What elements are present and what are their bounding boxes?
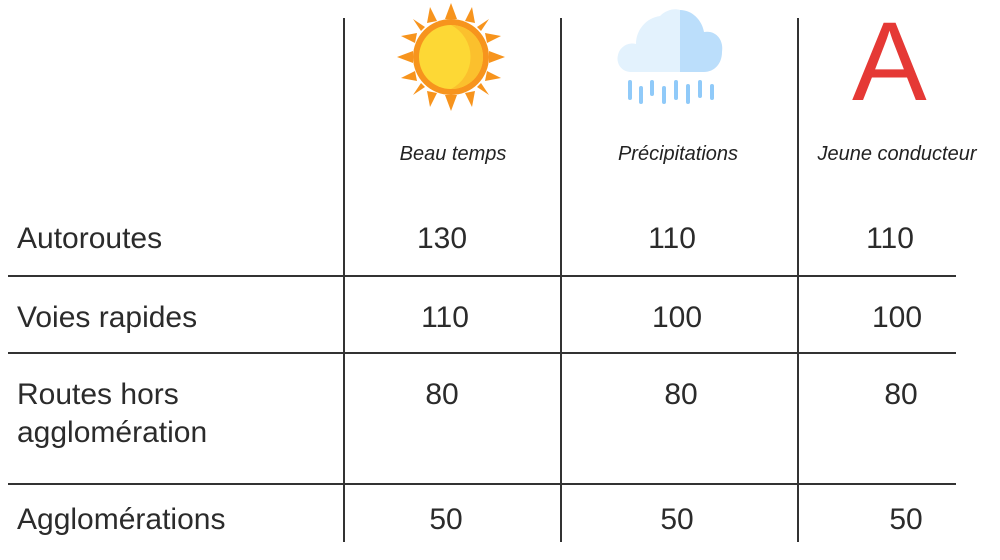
cell-agglomerations-precipitations: 50	[660, 503, 694, 536]
cell-agglomerations-jeune-conducteur: 50	[889, 503, 923, 536]
cell-autoroutes-beau-temps: 130	[416, 222, 468, 255]
row-divider	[8, 483, 956, 485]
cell-agglomerations-beau-temps: 50	[429, 503, 463, 536]
row-label-agglomerations: Agglomérations	[17, 503, 226, 536]
row-label-routes-hors-agglomeration: Routes hors agglomération	[17, 378, 208, 449]
cell-routes-hors-agglomeration-precipitations: 80	[664, 378, 698, 411]
cell-voies-rapides-beau-temps: 110	[421, 301, 469, 334]
column-header-jeune-conducteur: Jeune conducteur	[817, 143, 977, 165]
column-header-beau-temps: Beau temps	[399, 143, 507, 165]
row-divider	[8, 275, 956, 277]
row-divider	[8, 352, 956, 354]
sun-icon	[397, 3, 505, 111]
rain-cloud-icon	[617, 9, 723, 104]
row-label-voies-rapides: Voies rapides	[17, 301, 198, 334]
cell-routes-hors-agglomeration-jeune-conducteur: 80	[884, 378, 918, 411]
column-divider	[797, 18, 799, 542]
column-header-precipitations: Précipitations	[617, 143, 739, 165]
row-label-autoroutes: Autoroutes	[17, 222, 163, 255]
young-driver-a-icon: A	[852, 0, 927, 124]
column-divider	[560, 18, 562, 542]
cell-voies-rapides-jeune-conducteur: 100	[871, 301, 923, 334]
column-divider	[343, 18, 345, 542]
cell-routes-hors-agglomeration-beau-temps: 80	[425, 378, 459, 411]
cell-autoroutes-jeune-conducteur: 110	[866, 222, 914, 255]
cell-voies-rapides-precipitations: 100	[651, 301, 703, 334]
cell-autoroutes-precipitations: 110	[648, 222, 696, 255]
